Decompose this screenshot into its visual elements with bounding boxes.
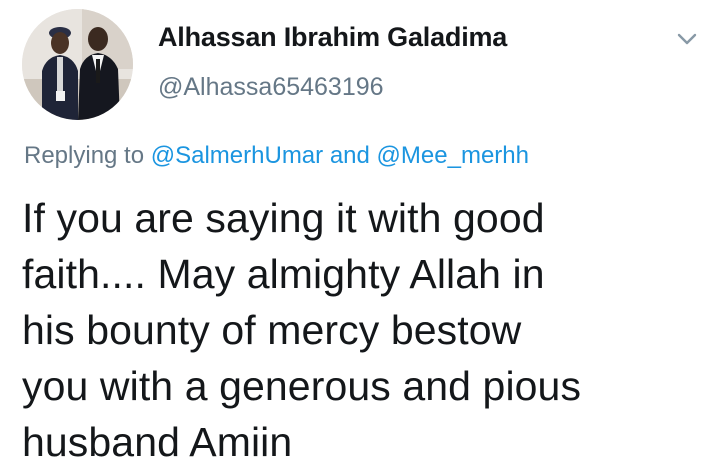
mention-link[interactable]: @Mee_merhh [377,142,529,169]
tweet-text-line: If you are saying it with good [22,195,545,241]
replying-to: Replying to @SalmerhUmar and @Mee_merhh [24,142,529,170]
tweet-card: Alhassan Ibrahim Galadima @Alhassa654631… [0,0,720,466]
mention-link[interactable]: @SalmerhUmar [151,142,323,169]
tweet-text-line: faith.... May almighty Allah in [22,251,545,297]
mention-conjunction: and [329,142,370,169]
tweet-menu-button[interactable] [672,24,702,54]
replying-to-label: Replying to [24,142,145,169]
tweet-text-line: his bounty of mercy bestow [22,307,522,353]
author-display-name[interactable]: Alhassan Ibrahim Galadima [158,22,507,53]
tweet-text: If you are saying it with good faith....… [22,190,682,466]
tweet-text-line: you with a generous and pious [22,363,582,409]
author-handle[interactable]: @Alhassa65463196 [158,73,384,102]
tweet-text-line: husband Amiin [22,419,293,465]
avatar[interactable] [22,9,133,120]
profile-photo-icon [22,9,133,120]
chevron-down-icon [677,33,697,45]
